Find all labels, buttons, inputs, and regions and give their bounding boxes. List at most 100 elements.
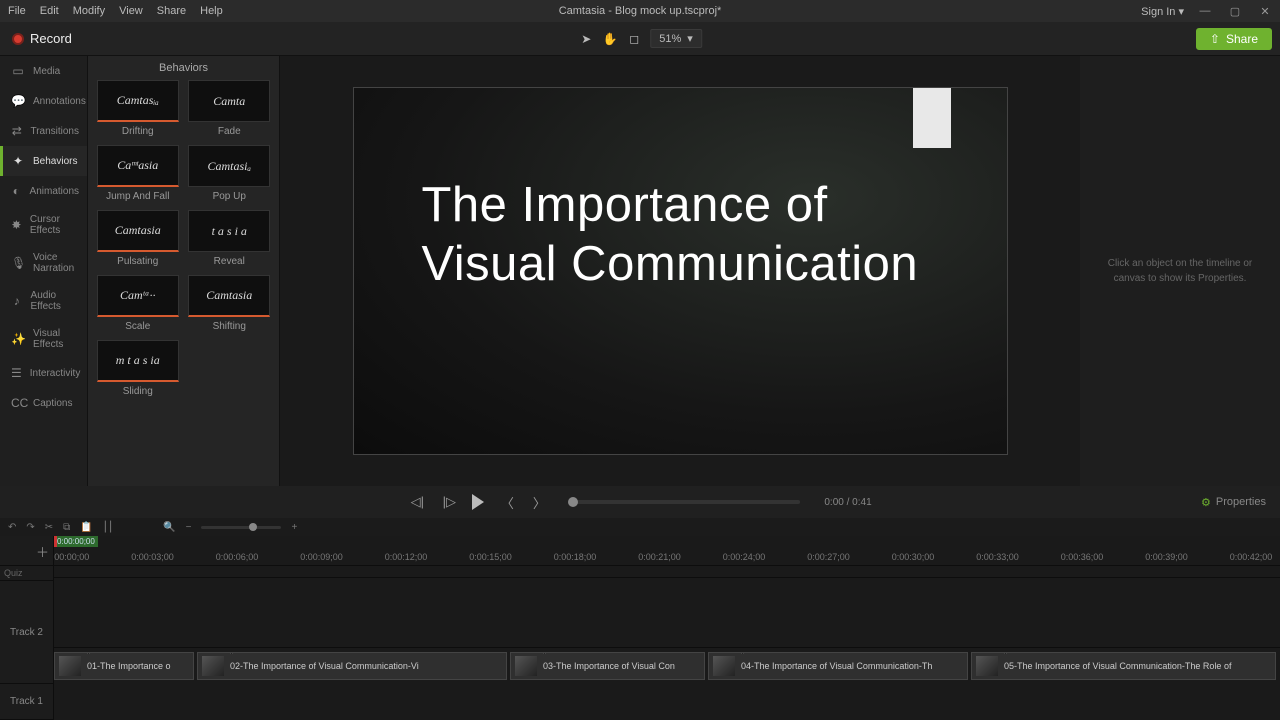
lefttab-label: Transitions xyxy=(30,126,79,137)
behavior-shifting[interactable]: CamtasiaShifting xyxy=(188,275,272,332)
step-back-button[interactable]: |▷ xyxy=(440,494,458,510)
zoom-out-icon[interactable]: 🔍 xyxy=(163,522,175,533)
lefttab-media[interactable]: ▭Media xyxy=(0,56,87,86)
behavior-label: Pulsating xyxy=(117,256,158,267)
lefttab-label: Annotations xyxy=(33,96,86,107)
behavior-jump-and-fall[interactable]: CaᵐᵗasiaJump And Fall xyxy=(96,145,180,202)
playhead[interactable]: 0:00:00;00 xyxy=(54,536,98,547)
timeline-clip[interactable]: 05-The Importance of Visual Communicatio… xyxy=(971,652,1276,680)
canvas-title-text[interactable]: The Importance of Visual Communication xyxy=(422,176,922,294)
lefttab-captions[interactable]: CCCaptions xyxy=(0,388,87,418)
menu-file[interactable]: File xyxy=(8,5,26,17)
lefttab-cursor-effects[interactable]: ✸Cursor Effects xyxy=(0,206,87,244)
menu-modify[interactable]: Modify xyxy=(73,5,105,17)
menu-view[interactable]: View xyxy=(119,5,143,17)
behavior-reveal[interactable]: t a s i aReveal xyxy=(188,210,272,267)
lefttab-label: Animations xyxy=(30,186,79,197)
zoom-slider-handle[interactable] xyxy=(249,523,257,531)
behavior-label: Jump And Fall xyxy=(106,191,169,202)
canvas-object-rect[interactable] xyxy=(913,88,951,148)
ruler-tick: 0:00:15;00 xyxy=(469,552,512,562)
maximize-button[interactable]: ▢ xyxy=(1226,5,1244,18)
behavior-thumb: m t a s ia xyxy=(97,340,179,382)
preview-canvas[interactable]: The Importance of Visual Communication xyxy=(353,87,1008,455)
lefttab-behaviors[interactable]: ✦Behaviors xyxy=(0,146,87,176)
ruler-tick: 0:00:09;00 xyxy=(300,552,343,562)
track-1-row[interactable]: 01-The Importance o 02-The Importance of … xyxy=(54,648,1280,684)
lefttab-transitions[interactable]: ⇄ Transitions xyxy=(0,116,87,146)
record-button[interactable]: Record xyxy=(0,31,84,46)
transitions-icon: ⇄ xyxy=(11,124,22,138)
playback-time: 0:00 / 0:41 xyxy=(824,497,871,508)
clip-notch-icon xyxy=(230,652,233,654)
behavior-sliding[interactable]: m t a s ia Sliding xyxy=(96,340,180,397)
menu-edit[interactable]: Edit xyxy=(40,5,59,17)
timeline-clip[interactable]: 01-The Importance o xyxy=(54,652,194,680)
properties-toggle[interactable]: ⚙ Properties xyxy=(1201,496,1266,509)
behavior-drifting[interactable]: CamtasᵢₐDrifting xyxy=(96,80,180,137)
time-ruler[interactable]: 0:00:00;00 0:00:00;000:00:03;000:00:06;0… xyxy=(54,536,1280,566)
track-2-row[interactable] xyxy=(54,578,1280,648)
share-label: Share xyxy=(1226,32,1258,46)
lefttab-audio-effects[interactable]: ♪Audio Effects xyxy=(0,282,87,320)
ruler-tick: 0:00:21;00 xyxy=(638,552,681,562)
paste-button[interactable]: 📋 xyxy=(80,522,92,533)
play-button[interactable] xyxy=(472,494,484,510)
behavior-label: Sliding xyxy=(123,386,153,397)
cut-button[interactable]: ✂ xyxy=(45,522,53,533)
close-button[interactable]: ✕ xyxy=(1256,5,1274,18)
redo-button[interactable]: ↷ xyxy=(26,522,34,533)
lefttab-interactivity[interactable]: ☰Interactivity xyxy=(0,358,87,388)
timeline-track-headers: ＋ Quiz Track 2 Track 1 xyxy=(0,536,54,720)
share-button[interactable]: ⇧ Share xyxy=(1196,28,1272,50)
timeline-clip[interactable]: 04-The Importance of Visual Communicatio… xyxy=(708,652,968,680)
behavior-scale[interactable]: Camᵗᵃ··Scale xyxy=(96,275,180,332)
lefttab-visual-effects[interactable]: ✨Visual Effects xyxy=(0,320,87,358)
signin-link[interactable]: Sign In ▾ xyxy=(1141,5,1184,18)
menu-share[interactable]: Share xyxy=(157,5,186,17)
clip-notch-icon xyxy=(741,652,744,654)
zoom-minus[interactable]: − xyxy=(186,522,192,533)
clip-thumb xyxy=(713,656,735,676)
prev-frame-button[interactable]: 〈 xyxy=(498,493,516,512)
ruler-tick: 0:00:00;00 xyxy=(54,552,89,562)
prev-marker-button[interactable]: ◁| xyxy=(408,494,426,510)
timeline-clip[interactable]: 02-The Importance of Visual Communicatio… xyxy=(197,652,507,680)
lefttab-annotations[interactable]: 💬Annotations xyxy=(0,86,87,116)
next-frame-button[interactable]: 〉 xyxy=(530,493,548,512)
canvas-zoom-dropdown[interactable]: 51% ▾ xyxy=(650,29,702,48)
clip-notch-icon xyxy=(87,652,90,654)
timeline-clip[interactable]: 03-The Importance of Visual Con xyxy=(510,652,705,680)
pointer-tool-icon[interactable]: ➤ xyxy=(578,31,594,47)
undo-button[interactable]: ↶ xyxy=(8,522,16,533)
hand-tool-icon[interactable]: ✋ xyxy=(602,31,618,47)
lefttab-voice-narration[interactable]: 🎙Voice Narration xyxy=(0,244,87,282)
behaviors-grid: CamtasᵢₐDriftingCamtaFadeCaᵐᵗasiaJump An… xyxy=(88,80,279,397)
properties-hint: Click an object on the timeline or canva… xyxy=(1100,256,1260,286)
track-header-2[interactable]: Track 2 xyxy=(0,581,53,684)
captions-icon: CC xyxy=(11,396,25,410)
behavior-pop-up[interactable]: CamtasiₐPop Up xyxy=(188,145,272,202)
playback-scrubber[interactable] xyxy=(570,500,800,504)
zoom-plus[interactable]: + xyxy=(291,522,297,533)
scrubber-handle[interactable] xyxy=(568,497,578,507)
clip-notch-icon xyxy=(543,652,546,654)
copy-button[interactable]: ⧉ xyxy=(63,522,70,533)
clip-label: 02-The Importance of Visual Communicatio… xyxy=(230,661,419,671)
split-button[interactable]: ⎮⎮ xyxy=(103,522,113,533)
lefttab-label: Voice Narration xyxy=(33,252,79,274)
left-tabs: ▭Media💬Annotations ⇄ Transitions ✦Behaviors… xyxy=(0,56,88,486)
timeline-zoom-slider[interactable] xyxy=(201,526,281,529)
minimize-button[interactable]: — xyxy=(1196,5,1214,17)
add-track-button[interactable]: ＋ xyxy=(36,542,49,561)
behavior-pulsating[interactable]: CamtasiaPulsating xyxy=(96,210,180,267)
crop-tool-icon[interactable]: ◻ xyxy=(626,31,642,47)
timeline-body[interactable]: 0:00:00;00 0:00:00;000:00:03;000:00:06;0… xyxy=(54,536,1280,720)
behavior-fade[interactable]: CamtaFade xyxy=(188,80,272,137)
lefttab-animations[interactable]: ◐Animations xyxy=(0,176,87,206)
menu-help[interactable]: Help xyxy=(200,5,223,17)
quiz-track[interactable] xyxy=(54,566,1280,578)
behavior-label: Pop Up xyxy=(213,191,246,202)
clip-notch-icon xyxy=(1004,652,1007,654)
track-header-1[interactable]: Track 1 xyxy=(0,684,53,720)
